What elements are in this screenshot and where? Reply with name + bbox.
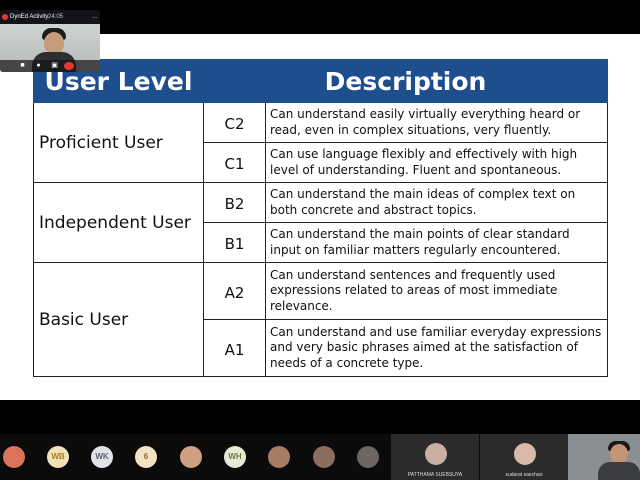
participant-avatar[interactable]: WH <box>224 446 246 468</box>
camera-icon[interactable]: ■ <box>18 62 27 70</box>
table-header-row: User Level Description <box>33 59 609 103</box>
description-header: Description <box>202 59 609 103</box>
record-icon <box>2 14 8 20</box>
meeting-title: DynEd Activity <box>10 14 49 20</box>
level-description: Can understand the main ideas of complex… <box>264 182 609 223</box>
participant-name: sudarat saechao <box>505 472 543 478</box>
table-row: Basic User A2 Can understand sentences a… <box>33 262 609 377</box>
participant-avatar[interactable]: WB <box>47 446 69 468</box>
participant-avatar[interactable] <box>268 446 290 468</box>
cefr-table: User Level Description Proficient User C… <box>33 59 609 377</box>
level-code: B1 <box>203 222 266 263</box>
user-level-basic: Basic User <box>33 262 204 377</box>
level-description: Can understand easily virtually everythi… <box>264 102 609 143</box>
level-description: Can understand the main points of clear … <box>264 222 609 263</box>
participant-tile[interactable]: PATTHAMA SUEBSUYA <box>391 434 479 480</box>
level-code: A1 <box>203 319 266 377</box>
participant-avatar[interactable] <box>180 446 202 468</box>
participant-avatar[interactable] <box>357 446 379 468</box>
participant-tile[interactable]: sudarat saechao <box>480 434 568 480</box>
share-screen-icon[interactable]: ▣ <box>50 62 59 70</box>
user-level-independent: Independent User <box>33 182 204 263</box>
more-options-icon[interactable]: ... <box>92 10 97 24</box>
participant-avatar[interactable]: WK <box>91 446 113 468</box>
level-description: Can use language flexibly and effectivel… <box>264 142 609 183</box>
user-level-proficient: Proficient User <box>33 102 204 183</box>
participant-avatar[interactable] <box>313 446 335 468</box>
self-view-controls: ■ ● ▣ <box>0 60 100 72</box>
participant-avatar[interactable]: 6 <box>135 446 157 468</box>
table-row: Proficient User C2 Can understand easily… <box>33 102 609 183</box>
participant-photo <box>514 443 536 465</box>
level-code: A2 <box>203 262 266 320</box>
level-description: Can understand and use familiar everyday… <box>264 319 609 377</box>
shared-screen: User Level Description Proficient User C… <box>0 34 640 400</box>
participant-name: PATTHAMA SUEBSUYA <box>407 472 463 478</box>
person-head <box>44 32 64 54</box>
participant-photo <box>425 443 447 465</box>
participant-avatar[interactable] <box>3 446 25 468</box>
person-head <box>610 444 628 464</box>
meeting-timer: 24:05 <box>48 14 64 20</box>
active-speaker-tile[interactable] <box>568 434 640 480</box>
end-call-icon[interactable] <box>64 62 74 70</box>
level-code: C1 <box>203 142 266 183</box>
level-code: C2 <box>203 102 266 143</box>
self-view-titlebar[interactable]: DynEd Activity 24:05 ... <box>0 10 100 24</box>
level-code: B2 <box>203 182 266 223</box>
self-view-window[interactable]: DynEd Activity 24:05 ... ■ ● ▣ <box>0 10 100 72</box>
level-description: Can understand sentences and frequently … <box>264 262 609 320</box>
person-body <box>598 462 640 480</box>
table-row: Independent User B2 Can understand the m… <box>33 182 609 263</box>
slide: User Level Description Proficient User C… <box>0 34 640 400</box>
microphone-icon[interactable]: ● <box>34 62 43 70</box>
